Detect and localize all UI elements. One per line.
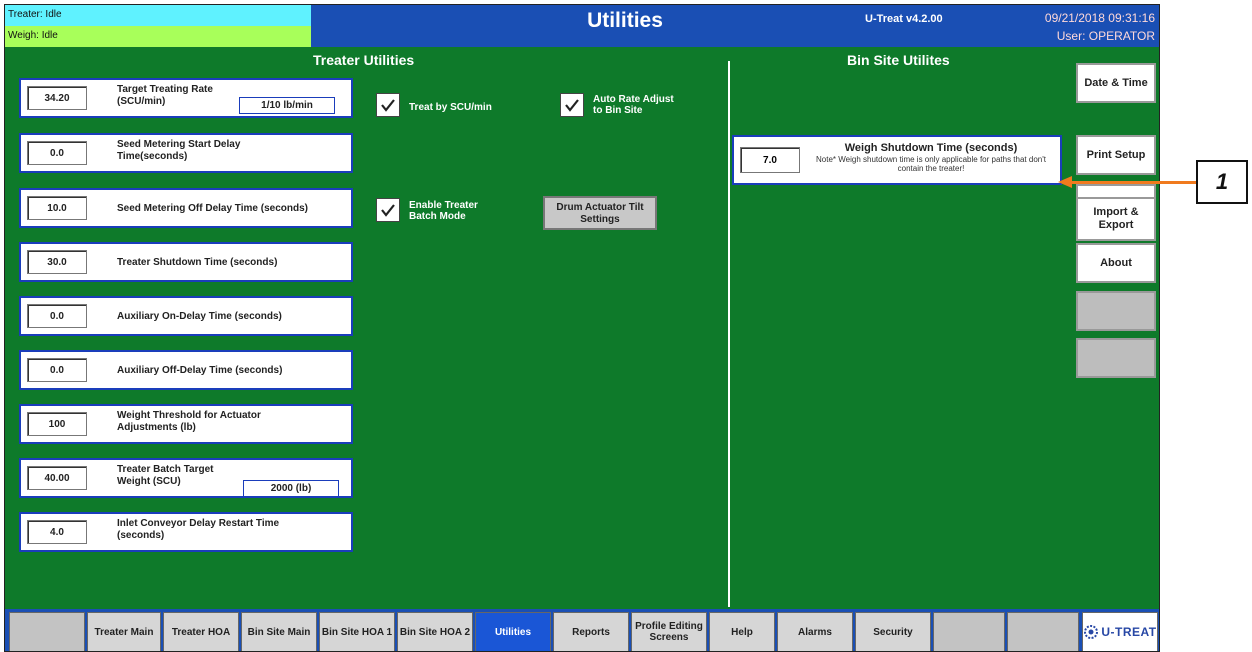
tab-utilities[interactable]: Utilities xyxy=(475,612,551,651)
batch-lb-readout: 2000 (lb) xyxy=(243,480,339,497)
treater-status: Treater: Idle xyxy=(5,5,311,26)
row-label: Weight Threshold for Actuator Adjustment… xyxy=(117,410,261,433)
page-title: Utilities xyxy=(587,9,663,32)
tab-profile-editing[interactable]: Profile Editing Screens xyxy=(631,612,707,651)
callout-line xyxy=(1070,181,1196,184)
row-label: Auxiliary On-Delay Time (seconds) xyxy=(117,311,282,322)
user-label: User: OPERATOR xyxy=(1056,29,1155,43)
u-treat-logo: U-TREAT xyxy=(1082,612,1158,651)
enable-batch-mode-label: Enable Treater Batch Mode xyxy=(409,200,478,222)
seed-metering-off-delay-input[interactable]: 10.0 xyxy=(27,196,87,220)
tab-help[interactable]: Help xyxy=(709,612,775,651)
row-label: Target Treating Rate (SCU/min) xyxy=(117,84,213,107)
tab-disabled-3 xyxy=(1007,612,1079,651)
row-label: Treater Shutdown Time (seconds) xyxy=(117,257,278,268)
check-icon xyxy=(565,99,579,112)
treater-shutdown-time-row: 30.0 Treater Shutdown Time (seconds) xyxy=(19,242,353,282)
tab-alarms[interactable]: Alarms xyxy=(777,612,853,651)
row-label: Inlet Conveyor Delay Restart Time (secon… xyxy=(117,518,280,541)
tab-treater-main[interactable]: Treater Main xyxy=(87,612,161,651)
inlet-conveyor-delay-row: 4.0 Inlet Conveyor Delay Restart Time (s… xyxy=(19,512,353,552)
gear-icon xyxy=(1084,625,1099,639)
rate-lb-readout: 1/10 lb/min xyxy=(239,97,335,114)
drum-actuator-tilt-button[interactable]: Drum Actuator Tilt Settings xyxy=(543,196,657,230)
version-label: U-Treat v4.2.00 xyxy=(865,13,943,25)
weigh-shutdown-label: Weigh Shutdown Time (seconds) xyxy=(844,142,1018,154)
weigh-shutdown-input[interactable]: 7.0 xyxy=(740,147,800,173)
date-time-button[interactable]: Date & Time xyxy=(1076,63,1156,103)
weigh-shutdown-note: Note* Weigh shutdown time is only applic… xyxy=(816,155,1046,173)
auxiliary-on-delay-input[interactable]: 0.0 xyxy=(27,304,87,328)
section-divider xyxy=(728,61,730,607)
tab-disabled-1 xyxy=(9,612,85,651)
treater-batch-target-input[interactable]: 40.00 xyxy=(27,466,87,490)
datetime-label: 09/21/2018 09:31:16 xyxy=(1044,11,1155,25)
print-setup-button[interactable]: Print Setup xyxy=(1076,135,1156,175)
check-icon xyxy=(381,99,395,112)
auxiliary-on-delay-row: 0.0 Auxiliary On-Delay Time (seconds) xyxy=(19,296,353,336)
target-treating-rate-row: 34.20 Target Treating Rate (SCU/min) 1/1… xyxy=(19,78,353,118)
about-button[interactable]: About xyxy=(1076,243,1156,283)
bin-site-utilities-title: Bin Site Utilites xyxy=(847,52,950,68)
bottom-nav: Treater Main Treater HOA Bin Site Main B… xyxy=(5,609,1159,651)
row-label: Seed Metering Off Delay Time (seconds) xyxy=(117,203,308,214)
enable-batch-mode-checkbox[interactable] xyxy=(376,198,400,222)
seed-metering-start-delay-input[interactable]: 0.0 xyxy=(27,141,87,165)
auxiliary-off-delay-input[interactable]: 0.0 xyxy=(27,358,87,382)
disabled-side-button-1 xyxy=(1076,291,1156,331)
row-label: Auxiliary Off-Delay Time (seconds) xyxy=(117,365,283,376)
tab-bin-site-hoa-1[interactable]: Bin Site HOA 1 xyxy=(319,612,395,651)
auto-rate-adjust-label: Auto Rate Adjust to Bin Site xyxy=(593,94,674,116)
import-export-button[interactable]: Import & Export xyxy=(1076,197,1156,241)
target-treating-rate-input[interactable]: 34.20 xyxy=(27,86,87,110)
treater-shutdown-time-input[interactable]: 30.0 xyxy=(27,250,87,274)
header-bar: Treater: Idle Weigh: Idle Utilities U-Tr… xyxy=(5,5,1159,47)
treater-utilities-title: Treater Utilities xyxy=(313,52,415,68)
auxiliary-off-delay-row: 0.0 Auxiliary Off-Delay Time (seconds) xyxy=(19,350,353,390)
weight-threshold-input[interactable]: 100 xyxy=(27,412,87,436)
row-label: Seed Metering Start Delay Time(seconds) xyxy=(117,139,241,162)
weight-threshold-row: 100 Weight Threshold for Actuator Adjust… xyxy=(19,404,353,444)
tab-bin-site-hoa-2[interactable]: Bin Site HOA 2 xyxy=(397,612,473,651)
tab-bin-site-main[interactable]: Bin Site Main xyxy=(241,612,317,651)
logo-text: U-TREAT xyxy=(1101,625,1157,639)
callout-number: 1 xyxy=(1196,160,1248,204)
tab-security[interactable]: Security xyxy=(855,612,931,651)
row-label: Treater Batch Target Weight (SCU) xyxy=(117,464,214,487)
tab-treater-hoa[interactable]: Treater HOA xyxy=(163,612,239,651)
treat-by-scu-label: Treat by SCU/min xyxy=(409,102,492,113)
treat-by-scu-checkbox[interactable] xyxy=(376,93,400,117)
weigh-status: Weigh: Idle xyxy=(5,26,311,47)
tab-disabled-2 xyxy=(933,612,1005,651)
weigh-shutdown-panel: 7.0 Weigh Shutdown Time (seconds) Note* … xyxy=(732,135,1062,185)
inlet-conveyor-delay-input[interactable]: 4.0 xyxy=(27,520,87,544)
check-icon xyxy=(381,204,395,217)
app-screen: Treater: Idle Weigh: Idle Utilities U-Tr… xyxy=(4,4,1160,652)
auto-rate-adjust-checkbox[interactable] xyxy=(560,93,584,117)
tab-reports[interactable]: Reports xyxy=(553,612,629,651)
treater-batch-target-row: 40.00 Treater Batch Target Weight (SCU) … xyxy=(19,458,353,498)
seed-metering-start-delay-row: 0.0 Seed Metering Start Delay Time(secon… xyxy=(19,133,353,173)
disabled-side-button-2 xyxy=(1076,338,1156,378)
seed-metering-off-delay-row: 10.0 Seed Metering Off Delay Time (secon… xyxy=(19,188,353,228)
